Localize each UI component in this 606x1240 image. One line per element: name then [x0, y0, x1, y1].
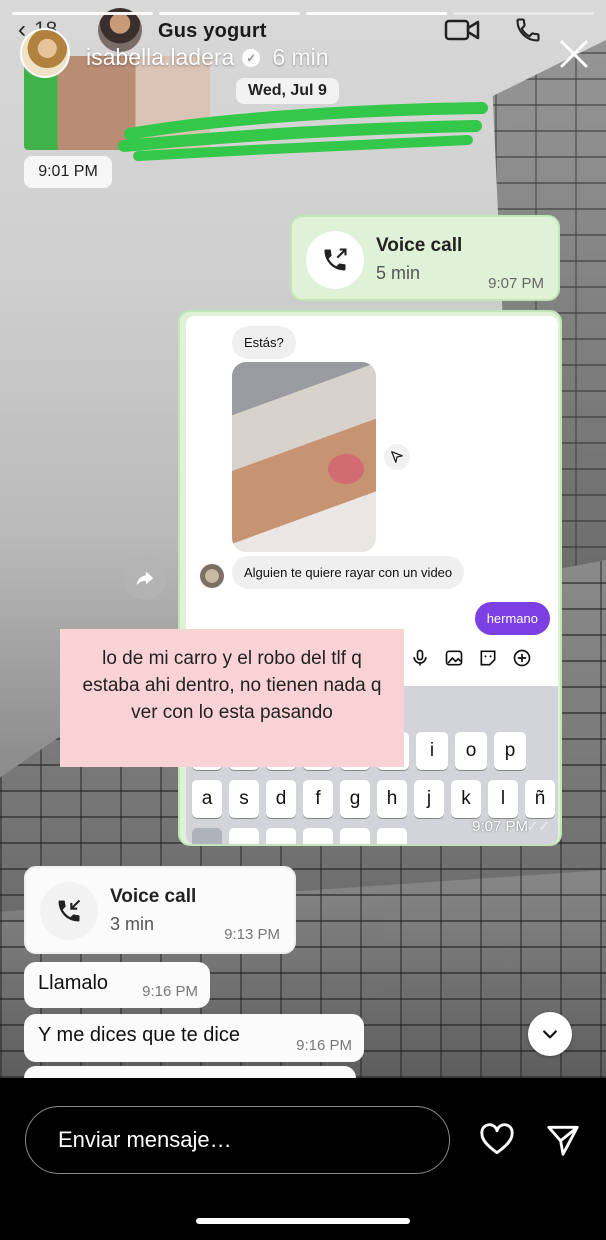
- heart-icon[interactable]: [478, 1121, 516, 1159]
- call-title: Voice call: [110, 886, 197, 907]
- key: i: [416, 732, 448, 770]
- key: [303, 828, 333, 844]
- dm-bubble: Alguien te quiere rayar con un video: [232, 556, 465, 589]
- mic-icon: [413, 649, 427, 666]
- call-duration: 3 min: [110, 914, 155, 934]
- outgoing-voice-call-bubble: Voice call 5 min 9:07 PM: [290, 215, 560, 301]
- date-chip: Wed, Jul 9: [236, 78, 339, 104]
- verified-badge-icon: ✓: [242, 48, 261, 67]
- key: o: [455, 732, 487, 770]
- chevron-down-icon: [528, 1012, 572, 1056]
- call-time: 9:07 PM: [488, 275, 544, 292]
- suggestion: [434, 686, 558, 726]
- progress-bar: [159, 12, 300, 15]
- incoming-voice-call-bubble: Voice call 3 min 9:13 PM: [24, 866, 296, 954]
- message-bubble-partial: [24, 1066, 356, 1078]
- incoming-call-icon: [40, 882, 98, 940]
- key: [377, 828, 407, 844]
- redaction-scribble: [118, 102, 488, 161]
- story-text-overlay: lo de mi carro y el robo del tlf q estab…: [60, 629, 404, 767]
- outgoing-call-icon: [306, 231, 364, 289]
- sticker-icon: [480, 650, 496, 666]
- key: g: [340, 780, 370, 818]
- avatar[interactable]: [20, 28, 70, 78]
- keyboard-row-2: a s d f g h j k l ñ: [192, 780, 555, 818]
- close-icon[interactable]: [556, 36, 592, 72]
- message-bubble: Llamalo 9:16 PM: [24, 962, 210, 1008]
- message-text: Llamalo: [38, 972, 109, 994]
- key: a: [192, 780, 222, 818]
- message-bubble: Y me dices que te dice 9:16 PM: [24, 1014, 364, 1062]
- progress-bar: [306, 12, 447, 15]
- message-time: 9:16 PM: [296, 1037, 352, 1054]
- keyboard-row-3: [192, 828, 407, 844]
- dm-bubble-outgoing: hermano: [474, 602, 550, 635]
- key: p: [494, 732, 526, 770]
- message-time: 9:01 PM: [24, 156, 112, 188]
- plus-icon: [513, 649, 531, 667]
- key: [192, 828, 222, 844]
- read-receipt-icon: ✓✓: [526, 818, 550, 834]
- dm-photo: [232, 362, 376, 552]
- key: l: [488, 780, 518, 818]
- key: [340, 828, 370, 844]
- story-media: ‹ 18 Gus yogurt Wed, Jul 9 9:01 PM Voice…: [0, 0, 606, 1078]
- call-time: 9:13 PM: [224, 926, 280, 943]
- key: d: [266, 780, 296, 818]
- home-indicator: [196, 1218, 410, 1224]
- story-header[interactable]: isabella.ladera ✓ 6 min: [86, 44, 329, 71]
- call-title: Voice call: [376, 235, 463, 256]
- message-input[interactable]: Enviar mensaje…: [25, 1106, 450, 1174]
- key: j: [414, 780, 444, 818]
- message-time: 9:16 PM: [142, 983, 198, 1000]
- dm-bubble: Estás?: [232, 326, 296, 359]
- chat-call-actions: [444, 16, 546, 44]
- message-text: Y me dices que te dice: [38, 1024, 240, 1046]
- username[interactable]: isabella.ladera: [86, 44, 234, 71]
- send-icon[interactable]: [544, 1121, 582, 1159]
- story-time: 6 min: [272, 44, 329, 70]
- dm-composer-tools: [410, 648, 532, 668]
- key: f: [303, 780, 333, 818]
- story-progress: [12, 12, 594, 15]
- progress-bar: [453, 12, 594, 15]
- key: [229, 828, 259, 844]
- sender-avatar: [200, 564, 224, 588]
- key: ñ: [525, 780, 555, 818]
- forward-icon: [123, 556, 167, 600]
- share-icon: [384, 444, 410, 470]
- key: k: [451, 780, 481, 818]
- reply-bar: Enviar mensaje…: [0, 1078, 606, 1240]
- contact-name: Gus yogurt: [158, 20, 267, 42]
- image-icon: [445, 650, 463, 666]
- phone-icon: [510, 16, 546, 44]
- key: s: [229, 780, 259, 818]
- key: h: [377, 780, 407, 818]
- key: [266, 828, 296, 844]
- message-time: 9:07 PM: [472, 818, 528, 835]
- progress-bar: [12, 12, 153, 15]
- video-call-icon: [444, 16, 480, 44]
- call-duration: 5 min: [376, 263, 421, 283]
